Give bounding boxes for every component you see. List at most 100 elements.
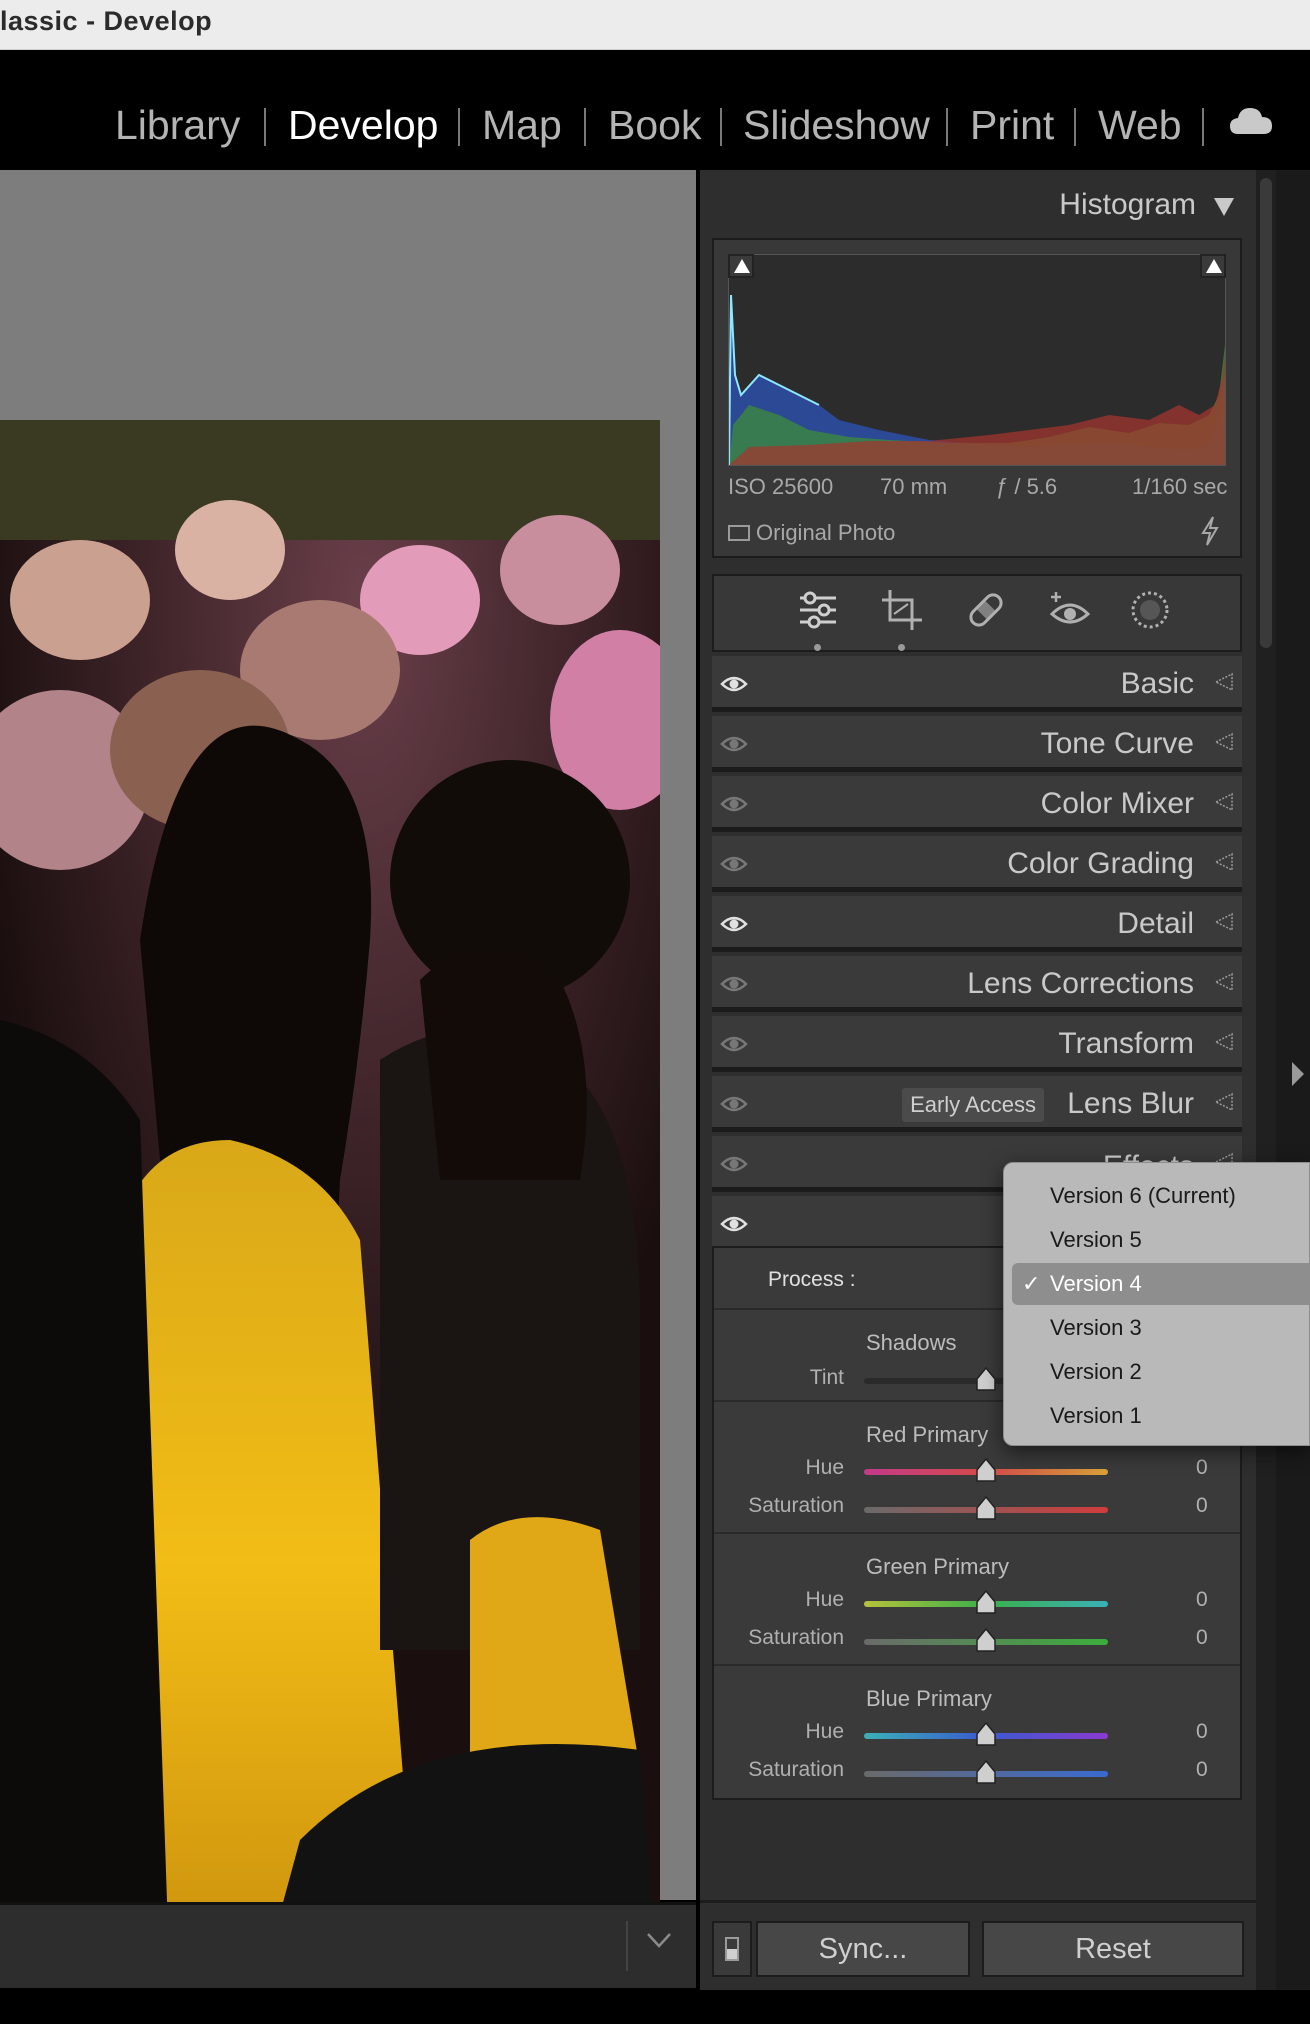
section-color-mixer[interactable]: Color Mixer — [712, 776, 1242, 832]
green-primary-title: Green Primary — [866, 1554, 1010, 1579]
window-title: lassic - Develop — [0, 6, 213, 36]
solo-toggle-icon[interactable] — [1212, 1032, 1236, 1052]
solo-toggle-icon[interactable] — [1212, 672, 1236, 692]
section-color-grading[interactable]: Color Grading — [712, 836, 1242, 892]
original-photo-toggle[interactable]: Original Photo — [728, 520, 895, 546]
section-tone-curve[interactable]: Tone Curve — [712, 716, 1242, 772]
solo-toggle-icon[interactable] — [1212, 972, 1236, 992]
right-panel-toggle[interactable] — [1276, 170, 1310, 1990]
module-library[interactable]: Library — [115, 102, 240, 149]
eye-icon[interactable] — [720, 1210, 748, 1238]
eye-icon[interactable] — [720, 730, 748, 758]
eye-icon[interactable] — [720, 1150, 748, 1178]
slider-thumb[interactable] — [974, 1627, 998, 1653]
scrollbar-thumb[interactable] — [1260, 178, 1272, 648]
solo-toggle-icon[interactable] — [1212, 912, 1236, 932]
section-lens-corrections[interactable]: Lens Corrections — [712, 956, 1242, 1012]
photo-preview[interactable] — [0, 420, 660, 1987]
slider-thumb[interactable] — [974, 1759, 998, 1785]
blue-saturation-value[interactable]: 0 — [1196, 1758, 1208, 1782]
module-separator — [720, 108, 722, 146]
process-version-menu: Version 6 (Current) Version 5 ✓ Version 4… — [1003, 1162, 1310, 1446]
solo-toggle-icon[interactable] — [1212, 1092, 1236, 1112]
module-slideshow[interactable]: Slideshow — [743, 102, 930, 149]
section-basic[interactable]: Basic — [712, 656, 1242, 712]
group-divider — [714, 1664, 1240, 1666]
blue-primary-title: Blue Primary — [866, 1686, 992, 1711]
reset-button[interactable]: Reset — [982, 1921, 1244, 1977]
eye-icon[interactable] — [720, 850, 748, 878]
solo-toggle-icon[interactable] — [1212, 852, 1236, 872]
green-hue-value[interactable]: 0 — [1196, 1588, 1208, 1612]
solo-toggle-icon[interactable] — [1212, 792, 1236, 812]
module-print[interactable]: Print — [970, 102, 1054, 149]
section-lens-blur[interactable]: Early Access Lens Blur — [712, 1076, 1242, 1132]
lightning-bolt-icon[interactable] — [1200, 516, 1220, 546]
eye-icon[interactable] — [720, 1090, 748, 1118]
checkbox[interactable] — [728, 525, 750, 541]
section-title: Lens Blur — [1067, 1087, 1194, 1120]
eye-icon[interactable] — [720, 670, 748, 698]
eye-icon[interactable] — [720, 1030, 748, 1058]
exif-focal-length: 70 mm — [880, 474, 948, 499]
section-title: Color Grading — [1007, 847, 1194, 880]
photo-canvas — [0, 170, 696, 1987]
sync-button[interactable]: Sync... — [756, 1921, 970, 1977]
section-transform[interactable]: Transform — [712, 1016, 1242, 1072]
menu-item-version-5[interactable]: Version 5 — [1012, 1219, 1310, 1261]
red-eye-icon[interactable] — [1048, 588, 1092, 632]
section-title: Basic — [1120, 667, 1194, 700]
edit-sliders-icon[interactable] — [796, 588, 840, 632]
section-title: Tone Curve — [1040, 727, 1194, 760]
eye-icon[interactable] — [720, 910, 748, 938]
collapse-triangle-icon[interactable] — [1214, 198, 1234, 216]
crop-icon[interactable] — [880, 588, 924, 632]
red-primary-title: Red Primary — [866, 1422, 989, 1447]
chevron-down-icon[interactable] — [646, 1931, 672, 1949]
window-titlebar: lassic - Develop — [0, 0, 1310, 50]
chevron-right-icon[interactable] — [1292, 1062, 1304, 1086]
eye-icon[interactable] — [720, 970, 748, 998]
red-hue-value[interactable]: 0 — [1196, 1456, 1208, 1480]
slider-thumb[interactable] — [974, 1721, 998, 1747]
histogram-header[interactable]: Histogram — [700, 178, 1256, 234]
masking-icon[interactable] — [1128, 588, 1172, 632]
menu-item-version-3[interactable]: Version 3 — [1012, 1307, 1310, 1349]
module-separator — [1074, 108, 1076, 146]
auto-sync-switch[interactable] — [712, 1921, 752, 1977]
exif-shutter: 1/160 sec — [1132, 474, 1228, 499]
module-web[interactable]: Web — [1098, 102, 1182, 149]
red-saturation-value[interactable]: 0 — [1196, 1494, 1208, 1518]
slider-thumb[interactable] — [974, 1457, 998, 1483]
menu-item-version-6[interactable]: Version 6 (Current) — [1012, 1175, 1310, 1217]
active-indicator — [898, 644, 905, 651]
panel-scrollbar[interactable] — [1256, 170, 1276, 1990]
blue-hue-value[interactable]: 0 — [1196, 1720, 1208, 1744]
module-book[interactable]: Book — [608, 102, 701, 149]
shadows-title: Shadows — [866, 1330, 957, 1355]
menu-item-version-2[interactable]: Version 2 — [1012, 1351, 1310, 1393]
slider-thumb[interactable] — [974, 1589, 998, 1615]
healing-bandage-icon[interactable] — [964, 588, 1008, 632]
section-title: Color Mixer — [1040, 787, 1194, 820]
highlight-clipping-toggle[interactable] — [1200, 254, 1226, 278]
cloud-icon[interactable] — [1228, 104, 1274, 138]
menu-item-version-1[interactable]: Version 1 — [1012, 1395, 1310, 1437]
process-label: Process : — [768, 1268, 856, 1291]
module-separator — [458, 108, 460, 146]
section-title: Lens Corrections — [967, 967, 1194, 1000]
green-saturation-value[interactable]: 0 — [1196, 1626, 1208, 1650]
module-develop[interactable]: Develop — [288, 102, 438, 149]
module-map[interactable]: Map — [482, 102, 562, 149]
section-detail[interactable]: Detail — [712, 896, 1242, 952]
panel-buttons: Sync... Reset — [700, 1900, 1256, 1990]
shadow-clipping-toggle[interactable] — [728, 254, 754, 278]
eye-icon[interactable] — [720, 790, 748, 818]
toolbar-divider — [626, 1921, 628, 1971]
solo-toggle-icon[interactable] — [1212, 732, 1236, 752]
histogram-panel: ISO 25600 70 mm ƒ / 5.6 1/160 sec Origin… — [712, 238, 1242, 558]
slider-thumb[interactable] — [974, 1495, 998, 1521]
histogram-graph — [728, 254, 1226, 466]
slider-thumb[interactable] — [974, 1366, 998, 1392]
menu-item-version-4[interactable]: ✓ Version 4 — [1012, 1263, 1310, 1305]
